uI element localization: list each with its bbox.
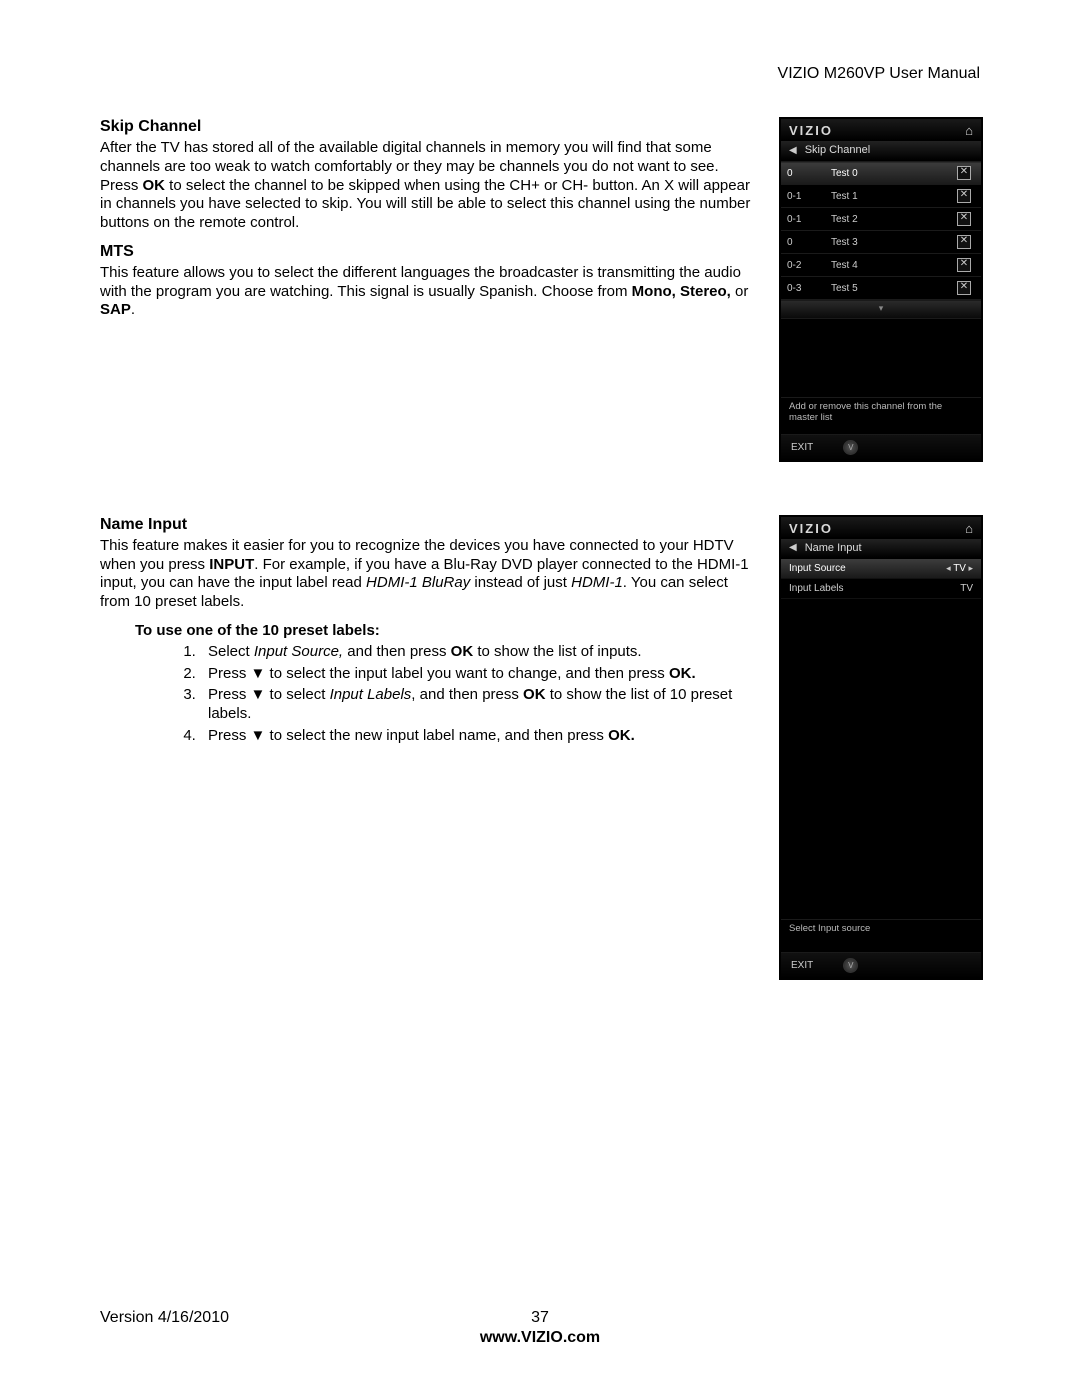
osd-rows: Input Source ◂ TV ▸ Input Labels TV	[781, 559, 981, 639]
name-input-text: This feature makes it easier for you to …	[100, 537, 760, 612]
text-frag: Press ▼ to select the input label you wa…	[208, 665, 669, 682]
step-1: Select Input Source, and then press OK t…	[200, 643, 760, 662]
step-2: Press ▼ to select the input label you wa…	[200, 665, 760, 684]
channel-row[interactable]: 0Test 0 ✕	[781, 162, 981, 185]
osd-title: Name Input	[805, 542, 862, 554]
channel-skip-cell: ✕	[947, 231, 981, 254]
v-button-icon[interactable]: V	[843, 958, 858, 973]
skip-channel-text: After the TV has stored all of the avail…	[100, 139, 760, 233]
text-frag: .	[131, 301, 135, 318]
vizio-logo: VIZIO	[789, 521, 833, 536]
text-frag: , and then press	[411, 686, 523, 703]
osd-skip-channel: VIZIO ⌂ ◀ Skip Channel 0Test 0✕0-1Test 1…	[780, 118, 982, 461]
v-button-icon[interactable]: V	[843, 440, 858, 455]
text-frag: Press ▼ to select the new input label na…	[208, 727, 608, 744]
step-4: Press ▼ to select the new input label na…	[200, 727, 760, 746]
heading-skip-channel: Skip Channel	[100, 118, 760, 136]
channel-name: Test 4	[825, 254, 947, 277]
skip-checkbox[interactable]: ✕	[957, 281, 971, 295]
row-value: ◂ TV ▸	[946, 563, 973, 574]
row-value: TV	[960, 583, 973, 594]
skip-checkbox[interactable]: ✕	[957, 212, 971, 226]
text-ok: OK.	[669, 665, 696, 682]
step-3: Press ▼ to select Input Labels, and then…	[200, 686, 760, 724]
text-input: INPUT	[209, 556, 254, 573]
channel-name: Test 5	[825, 277, 947, 300]
text-frag: to show the list of inputs.	[473, 643, 641, 660]
vizio-logo: VIZIO	[789, 123, 833, 138]
text-hdmi1: HDMI-1	[571, 574, 623, 591]
channel-skip-cell: ✕	[947, 208, 981, 231]
text-frag: Press ▼ to select	[208, 686, 330, 703]
channel-number: 0	[781, 162, 825, 185]
text-ok: OK	[523, 686, 546, 703]
osd-menu-row[interactable]: Input Source ◂ TV ▸	[781, 559, 981, 579]
text-hdmi1-bluray: HDMI-1 BluRay	[366, 574, 470, 591]
text-opts: Mono, Stereo,	[632, 283, 731, 300]
channel-number: 0	[781, 231, 825, 254]
channel-row[interactable]: 0-2Test 4 ✕	[781, 254, 981, 277]
back-icon[interactable]: ◀	[789, 145, 797, 156]
channel-skip-cell: ✕	[947, 162, 981, 185]
channel-number: 0-3	[781, 277, 825, 300]
home-icon[interactable]: ⌂	[965, 521, 973, 536]
text-sap: SAP	[100, 301, 131, 318]
osd-menu-row[interactable]: Input Labels TV	[781, 579, 981, 599]
row-label: Input Source	[789, 563, 846, 574]
channel-row[interactable]: 0-1Test 1 ✕	[781, 185, 981, 208]
channel-skip-cell: ✕	[947, 254, 981, 277]
channel-row[interactable]: 0-3Test 5 ✕	[781, 277, 981, 300]
manual-page: VIZIO M260VP User Manual Skip Channel Af…	[0, 0, 1080, 1397]
skip-checkbox[interactable]: ✕	[957, 235, 971, 249]
osd-fill	[781, 639, 981, 919]
osd-hint-text: Add or remove this channel from the mast…	[781, 397, 981, 434]
text-frag: instead of just	[470, 574, 571, 591]
channel-name: Test 2	[825, 208, 947, 231]
channel-row[interactable]: 0-1Test 2 ✕	[781, 208, 981, 231]
preset-labels-heading: To use one of the 10 preset labels:	[100, 622, 760, 639]
skip-checkbox[interactable]: ✕	[957, 166, 971, 180]
skip-checkbox[interactable]: ✕	[957, 258, 971, 272]
channel-name: Test 3	[825, 231, 947, 254]
text-input-labels: Input Labels	[330, 686, 412, 703]
exit-button[interactable]: EXIT	[791, 960, 813, 971]
osd-fill	[781, 319, 981, 397]
channel-number: 0-1	[781, 208, 825, 231]
home-icon[interactable]: ⌂	[965, 123, 973, 138]
heading-name-input: Name Input	[100, 516, 760, 534]
row-label: Input Labels	[789, 583, 844, 594]
channel-skip-cell: ✕	[947, 277, 981, 300]
osd-name-input: VIZIO ⌂ ◀ Name Input Input Source◂ TV ▸I…	[780, 516, 982, 979]
channel-name: Test 1	[825, 185, 947, 208]
channel-row[interactable]: 0Test 3 ✕	[781, 231, 981, 254]
mts-text: This feature allows you to select the di…	[100, 264, 760, 320]
page-number: 37	[100, 1309, 980, 1327]
channel-number: 0-2	[781, 254, 825, 277]
text-input-source: Input Source,	[254, 643, 343, 660]
text-frag: and then press	[343, 643, 451, 660]
row-value-text: TV	[953, 563, 966, 574]
osd-hint-text: Select Input source	[781, 919, 981, 952]
footer-url: www.VIZIO.com	[100, 1329, 980, 1347]
text-frag: or	[731, 283, 749, 300]
heading-mts: MTS	[100, 243, 760, 261]
text-frag: to select the channel to be skipped when…	[100, 177, 750, 232]
osd-title: Skip Channel	[805, 144, 870, 156]
channel-name: Test 0	[825, 162, 947, 185]
page-footer: Version 4/16/2010 37 . www.VIZIO.com	[100, 1309, 980, 1347]
steps-list: Select Input Source, and then press OK t…	[175, 643, 760, 746]
text-frag: Select	[208, 643, 254, 660]
more-indicator[interactable]: ▾	[781, 300, 981, 319]
text-ok: OK	[451, 643, 474, 660]
right-arrow-icon[interactable]: ▸	[966, 563, 973, 573]
page-header-title: VIZIO M260VP User Manual	[100, 65, 980, 83]
channel-skip-cell: ✕	[947, 185, 981, 208]
channel-number: 0-1	[781, 185, 825, 208]
text-ok: OK	[143, 177, 166, 194]
channel-table: 0Test 0✕0-1Test 1✕0-1Test 2✕0Test 3✕0-2T…	[781, 161, 981, 300]
back-icon[interactable]: ◀	[789, 542, 797, 553]
exit-button[interactable]: EXIT	[791, 442, 813, 453]
text-ok: OK.	[608, 727, 635, 744]
skip-checkbox[interactable]: ✕	[957, 189, 971, 203]
